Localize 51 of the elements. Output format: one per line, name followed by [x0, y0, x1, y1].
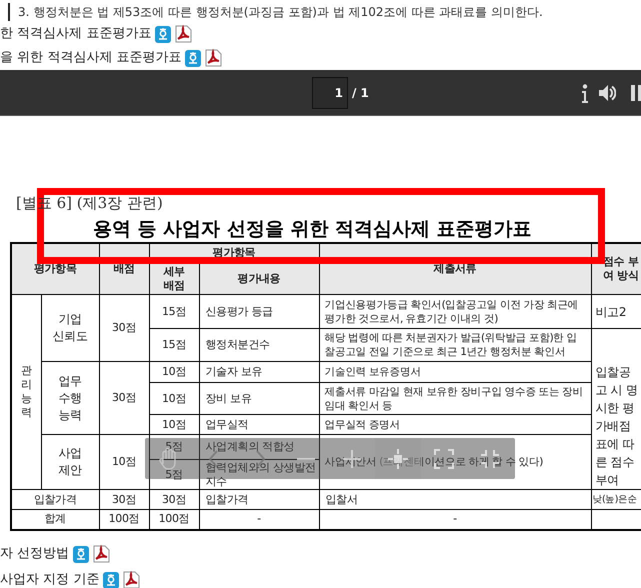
table-cell: 10점 [149, 382, 199, 414]
table-cell: 30점 [149, 490, 199, 510]
table-cell: 입찰가격 [11, 490, 99, 510]
table-cell: 기업신용평가등급 확인서(입찰공고일 이전 가장 최근에 평가한 것으로서, 유효기간 이내의 것) [319, 294, 591, 328]
table-cell: 장비 보유 [199, 382, 319, 414]
table-cell: 신용평가 등급 [199, 294, 319, 328]
table-cell: 관리능력 [11, 294, 41, 490]
pdf-file-icon[interactable] [205, 49, 222, 67]
table-cell: 업무 수행 능력 [41, 362, 99, 434]
header-cell: 점수 부여 방식 [591, 242, 641, 294]
document-link[interactable]: 한 적격심사제 표준평가표 [0, 24, 152, 44]
pdf-file-icon[interactable] [93, 545, 110, 563]
header-cell: 평가내용 [199, 264, 319, 294]
minus-icon [297, 458, 315, 460]
table-cell: 5점 [149, 460, 199, 490]
table-cell: 10점 [149, 414, 199, 434]
table-cell: 30점 [99, 490, 149, 510]
table-cell: 기업 신뢰도 [41, 294, 99, 362]
table-title: 용역 등 사업자 선정을 위한 적격심사제 표준평가표 [93, 218, 533, 240]
table-cell: 30점 [99, 362, 149, 434]
table-cell: 입찰서 [319, 490, 591, 510]
document-link[interactable]: 자 선정방법 [0, 544, 70, 564]
hwp-file-icon[interactable] [103, 572, 120, 588]
pdf-file-icon[interactable] [175, 25, 192, 43]
document-link[interactable]: 을 위한 적격심사제 표준평가표 [0, 48, 182, 68]
table-cell: 업무실적 [199, 414, 319, 434]
table-cell: 10점 [149, 362, 199, 382]
notice-text: 3. 행정처분은 법 제53조에 따른 행정처분(과징금 포함)과 법 제102조에 따른 과태료를 의미한다. [18, 4, 543, 21]
hwp-file-icon[interactable] [185, 50, 202, 66]
hwp-file-icon[interactable] [73, 546, 90, 562]
page-total: / 1 [352, 85, 369, 102]
page-number-field[interactable]: 1 [312, 77, 348, 109]
table-cell: 기술자 보유 [199, 362, 319, 382]
table-cell: 30점 [99, 294, 149, 362]
table-cell: 사업 제안 [41, 434, 99, 490]
table-cell: 협력업체와의 상생발전 지수 [199, 460, 319, 490]
table-cell: 해당 법령에 따른 처분권자가 발급(위탁발급 포함)한 입찰공고일 전일 기준으로 최근 1년간 행정처분 확인서 [319, 328, 591, 362]
header-cell: 세부 배점 [149, 264, 199, 294]
pause-icon[interactable] [631, 85, 641, 101]
document-link[interactable]: 사업자 지정 기준 [0, 570, 100, 588]
table-cell: 15점 [149, 328, 199, 362]
hwp-file-icon[interactable] [155, 26, 172, 42]
table-cell: 10점 [99, 434, 149, 490]
info-icon[interactable] [581, 84, 589, 103]
table-cell: 사업계획의 적합성 [199, 434, 319, 460]
table-cell: 행정처분건수 [199, 328, 319, 362]
table-cell: 5점 [149, 434, 199, 460]
pdf-file-icon[interactable] [123, 571, 140, 588]
table-cell: 입찰가격 [199, 490, 319, 510]
speaker-icon[interactable] [599, 85, 616, 101]
table-cell: 15점 [149, 294, 199, 328]
